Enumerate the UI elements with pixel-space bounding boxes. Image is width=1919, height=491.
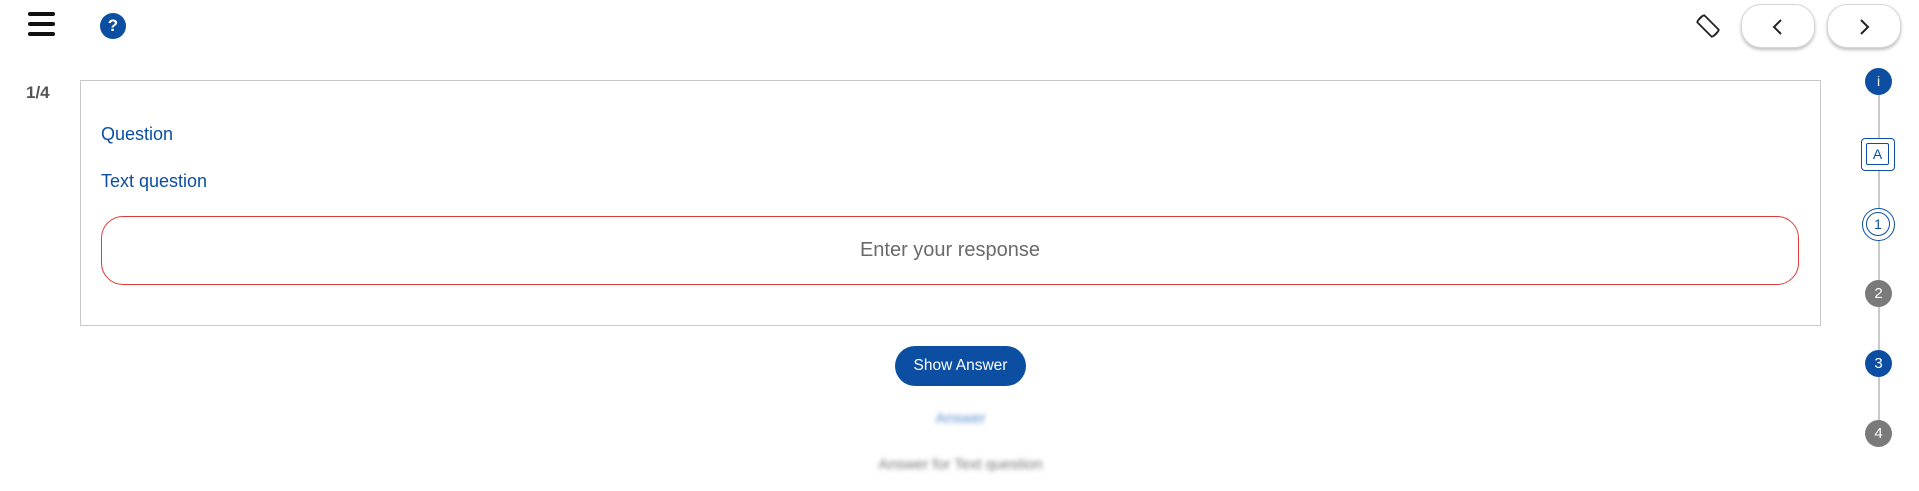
question-card: [80, 80, 1821, 326]
stepper-item-1[interactable]: 1: [1862, 208, 1895, 241]
question-counter: 1/4: [26, 83, 50, 102]
hamburger-menu-icon[interactable]: [28, 12, 58, 36]
answer-text: Answer for Text question: [878, 456, 1043, 473]
answer-label: Answer: [935, 410, 986, 427]
question-label: Question: [101, 124, 174, 144]
next-button[interactable]: [1827, 4, 1901, 48]
previous-button[interactable]: [1741, 4, 1815, 48]
stepper-attempt-label: A: [1866, 143, 1889, 165]
stepper-line: [1878, 82, 1880, 432]
stepper-item-label: 1: [1866, 212, 1890, 236]
help-icon[interactable]: ?: [100, 13, 126, 39]
stepper-item-3[interactable]: 3: [1865, 350, 1892, 377]
question-text: Text question: [101, 171, 208, 191]
stepper-item-4[interactable]: 4: [1865, 420, 1892, 447]
chevron-right-icon: [1860, 19, 1870, 35]
stepper-info-icon[interactable]: i: [1865, 68, 1892, 95]
response-input[interactable]: [101, 216, 1799, 285]
screen-rotation-icon[interactable]: [1694, 12, 1722, 40]
stepper-item-2[interactable]: 2: [1865, 280, 1892, 307]
show-answer-button[interactable]: Show Answer: [895, 346, 1026, 386]
stepper-attempt-item[interactable]: A: [1861, 138, 1895, 171]
chevron-left-icon: [1772, 19, 1782, 35]
